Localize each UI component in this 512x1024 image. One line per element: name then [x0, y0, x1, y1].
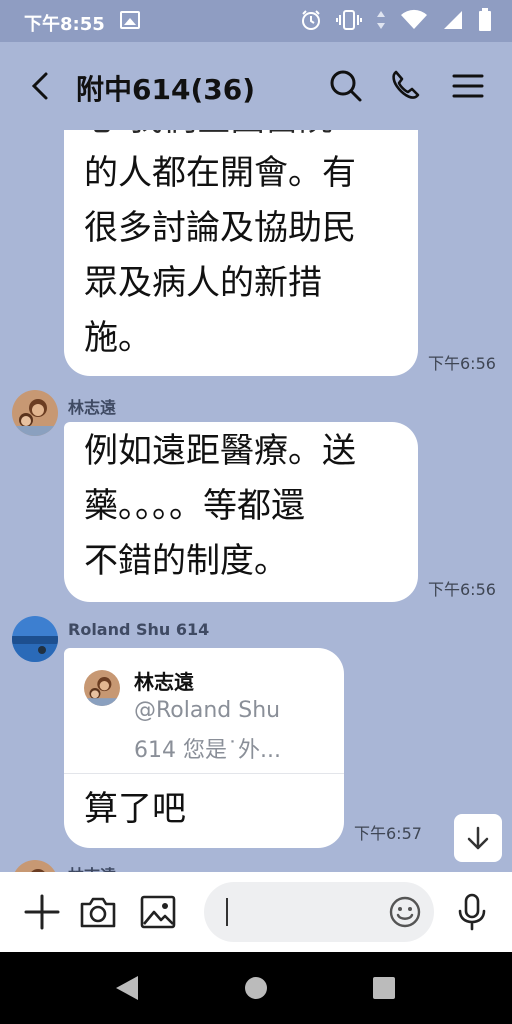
- nav-back-icon[interactable]: [114, 974, 140, 1002]
- vibrate-icon: [336, 10, 362, 30]
- status-bar: 下午8:55: [0, 0, 512, 42]
- wifi-icon: [401, 9, 427, 29]
- message-input-field[interactable]: [204, 882, 434, 942]
- mic-icon[interactable]: [452, 892, 492, 932]
- status-icons: [300, 8, 492, 32]
- emoji-icon[interactable]: [388, 895, 422, 929]
- chevron-left-icon[interactable]: [24, 66, 60, 106]
- sender-name: 林志遠: [68, 398, 117, 417]
- avatar[interactable]: [12, 616, 58, 662]
- arrow-down-icon: [467, 826, 489, 850]
- nav-recents-icon[interactable]: [371, 974, 397, 1002]
- avatar[interactable]: [12, 860, 58, 872]
- message-partial-line: 心 我們全國醫院: [84, 130, 333, 147]
- reply-sender-name: 林志遠: [134, 670, 194, 694]
- menu-icon[interactable]: [448, 64, 488, 108]
- message-input[interactable]: [224, 896, 384, 928]
- status-time: 下午8:55: [24, 14, 105, 35]
- message-timestamp: 下午6:57: [354, 824, 422, 843]
- message-text: 算了吧: [84, 789, 186, 829]
- image-notification-icon: [120, 11, 140, 29]
- reply-quote-line: 614 您是˙外...: [134, 738, 281, 763]
- reply-quote[interactable]: 林志遠 @Roland Shu 614 您是˙外...: [64, 648, 344, 774]
- sender-name: 林志遠: [68, 862, 116, 872]
- message-timestamp: 下午6:56: [428, 354, 496, 373]
- system-navigation-bar: [0, 952, 512, 1024]
- phone-icon[interactable]: [386, 64, 426, 108]
- chat-area[interactable]: 心 我們全國醫院 的人都在開會。有 很多討論及協助民 眾及病人的新措 施。 下午…: [0, 130, 512, 872]
- signal-icon: [444, 11, 462, 29]
- avatar[interactable]: [12, 390, 58, 436]
- battery-icon: [479, 8, 491, 31]
- sender-name: Roland Shu 614: [68, 620, 210, 639]
- message-text: 的人都在開會。有 很多討論及協助民 眾及病人的新措 施。: [84, 153, 356, 358]
- input-bar: [0, 872, 512, 952]
- message-timestamp: 下午6:56: [428, 580, 496, 599]
- image-icon[interactable]: [138, 892, 178, 932]
- text-cursor: [226, 898, 228, 926]
- message-bubble[interactable]: 心 我們全國醫院 的人都在開會。有 很多討論及協助民 眾及病人的新措 施。: [64, 130, 418, 376]
- message-bubble[interactable]: 例如遠距醫療。送 藥。。。。等都還 不錯的制度。: [64, 422, 418, 602]
- plus-icon[interactable]: [22, 892, 62, 932]
- camera-icon[interactable]: [78, 892, 118, 932]
- data-arrows-icon: [377, 11, 385, 29]
- message-text: 例如遠距醫療。送 藥。。。。等都還 不錯的制度。: [84, 431, 356, 581]
- alarm-icon: [302, 10, 320, 30]
- nav-home-icon[interactable]: [243, 974, 269, 1002]
- scroll-to-bottom-button[interactable]: [454, 814, 502, 862]
- search-icon[interactable]: [326, 64, 366, 108]
- chat-title[interactable]: 附中614(36): [76, 68, 255, 108]
- reply-avatar: [84, 670, 120, 706]
- reply-quote-line: @Roland Shu: [134, 698, 281, 723]
- message-bubble[interactable]: 林志遠 @Roland Shu 614 您是˙外... 算了吧: [64, 648, 344, 848]
- chat-header: 附中614(36): [0, 42, 512, 130]
